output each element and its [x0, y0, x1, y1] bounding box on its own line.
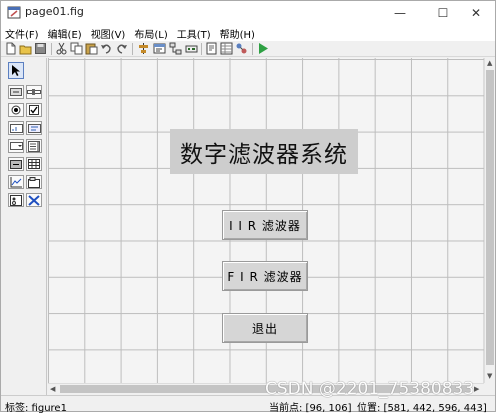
toolbar-separator: [252, 43, 253, 55]
axes-icon: [10, 176, 22, 187]
property-inspector-icon[interactable]: [220, 42, 233, 55]
button-group-icon: [10, 194, 22, 206]
title-bar: page01.fig — ☐ ✕: [1, 1, 495, 25]
scroll-left-icon[interactable]: ◀: [50, 385, 55, 393]
guide-app-icon: [7, 6, 21, 19]
static-text-icon: [27, 123, 41, 133]
menu-layout[interactable]: 布局(L): [134, 26, 167, 41]
new-file-icon[interactable]: [4, 42, 17, 55]
menu-edit[interactable]: 编辑(E): [48, 26, 82, 41]
align-icon[interactable]: [137, 42, 150, 55]
scroll-right-icon[interactable]: ▶: [474, 385, 479, 393]
figure-canvas[interactable]: 数字滤波器系统 I I R 滤波器 F I R 滤波器 退出: [48, 58, 484, 383]
window-title: page01.fig: [25, 5, 84, 18]
figure-title[interactable]: 数字滤波器系统: [170, 129, 358, 174]
paste-icon[interactable]: [85, 42, 98, 55]
vertical-scroll-thumb[interactable]: [486, 70, 494, 365]
scroll-up-icon[interactable]: ▲: [487, 59, 492, 67]
toolbar-separator: [201, 43, 202, 55]
menu-editor-icon[interactable]: [153, 42, 166, 55]
save-icon[interactable]: [34, 42, 47, 55]
toggle-button-icon: [10, 159, 22, 169]
object-browser-icon[interactable]: [235, 42, 248, 55]
vertical-scrollbar[interactable]: ▲ ▼: [484, 58, 495, 383]
close-button[interactable]: ✕: [457, 1, 495, 25]
component-palette: [1, 58, 47, 396]
menu-view[interactable]: 视图(V): [91, 26, 126, 41]
axes-tool[interactable]: [8, 175, 24, 189]
fir-filter-button[interactable]: F I R 滤波器: [222, 261, 308, 291]
menu-bar: 文件(F) 编辑(E) 视图(V) 布局(L) 工具(T) 帮助(H): [1, 25, 495, 41]
run-icon[interactable]: [256, 42, 269, 55]
checkbox-tool[interactable]: [26, 103, 42, 117]
minimize-button[interactable]: —: [381, 1, 419, 25]
cut-icon[interactable]: [55, 42, 68, 55]
exit-button[interactable]: 退出: [222, 313, 308, 343]
undo-icon[interactable]: [100, 42, 113, 55]
radio-button-tool[interactable]: [8, 103, 24, 117]
button-group-tool[interactable]: [8, 193, 24, 207]
toggle-button-tool[interactable]: [8, 157, 24, 171]
listbox-tool[interactable]: [26, 139, 42, 153]
csdn-watermark: CSDN @2201_75380833: [265, 379, 475, 399]
toolbar-separator: [51, 43, 52, 55]
guide-window: page01.fig — ☐ ✕ 文件(F) 编辑(E) 视图(V) 布局(L)…: [0, 0, 496, 414]
popup-menu-icon: [9, 142, 23, 150]
activex-tool[interactable]: [26, 193, 42, 207]
table-tool[interactable]: [26, 157, 42, 171]
toolbar-editor-icon[interactable]: [185, 42, 198, 55]
popup-menu-tool[interactable]: [8, 139, 24, 153]
radio-button-icon: [11, 105, 21, 115]
listbox-icon: [28, 140, 40, 152]
scroll-down-icon[interactable]: ▼: [487, 372, 492, 380]
static-text-tool[interactable]: [26, 121, 42, 135]
select-tool[interactable]: [8, 62, 24, 79]
copy-icon[interactable]: [70, 42, 83, 55]
iir-filter-button[interactable]: I I R 滤波器: [222, 210, 308, 240]
push-button-tool[interactable]: [8, 85, 24, 99]
open-file-icon[interactable]: [19, 42, 32, 55]
slider-icon: [27, 89, 41, 95]
edit-text-icon: [9, 123, 23, 133]
toolbar: [1, 41, 495, 57]
activex-icon: [28, 194, 40, 206]
panel-tool[interactable]: [26, 175, 42, 189]
toolbar-separator: [132, 43, 133, 55]
menu-file[interactable]: 文件(F): [5, 26, 39, 41]
panel-icon: [28, 176, 40, 188]
redo-icon[interactable]: [115, 42, 128, 55]
tab-order-icon[interactable]: [169, 42, 182, 55]
table-icon: [28, 159, 40, 169]
slider-tool[interactable]: [26, 85, 42, 99]
checkbox-icon: [29, 105, 39, 115]
menu-tools[interactable]: 工具(T): [177, 26, 211, 41]
arrow-pointer-icon: [12, 65, 20, 76]
push-button-icon: [10, 88, 22, 96]
edit-text-tool[interactable]: [8, 121, 24, 135]
menu-help[interactable]: 帮助(H): [220, 26, 255, 41]
mfile-editor-icon[interactable]: [205, 42, 218, 55]
